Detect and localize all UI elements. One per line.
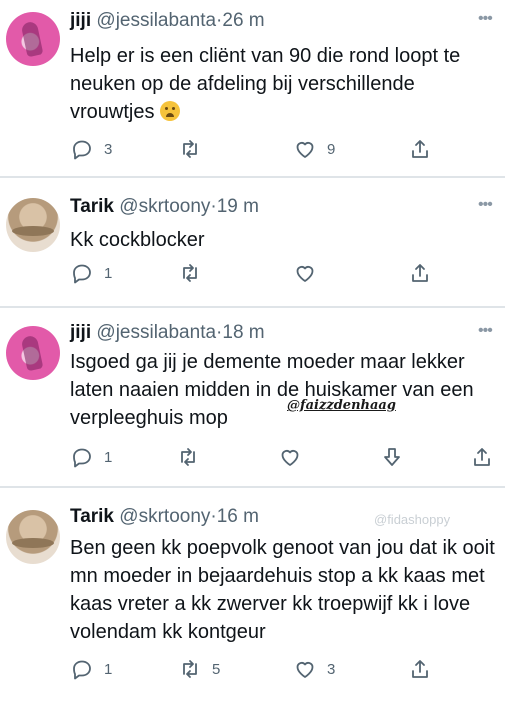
retweet-count: 5	[212, 660, 221, 678]
author-handle[interactable]: @jessilabanta	[96, 10, 216, 31]
more-options-icon[interactable]: •••	[478, 196, 493, 214]
author-name[interactable]: jiji	[70, 322, 91, 343]
tweet-header: Tarik @skrtoony·16 m	[70, 506, 259, 528]
tweet-text: Ben geen kk poepvolk genoot van jou dat …	[70, 534, 500, 646]
retweet-icon	[183, 140, 197, 158]
avatar[interactable]	[6, 198, 60, 252]
tweet-actions: 3 9	[0, 136, 505, 162]
timestamp[interactable]: 26 m	[222, 10, 264, 31]
retweet-button[interactable]	[178, 136, 212, 162]
tweet-1[interactable]: jiji @jessilabanta·26 m ••• Help er is e…	[0, 0, 505, 170]
downvote-icon	[384, 448, 400, 466]
more-options-icon[interactable]: •••	[478, 10, 493, 28]
reply-button[interactable]: 1	[70, 656, 112, 682]
tweet-header: jiji @jessilabanta·26 m	[70, 10, 265, 32]
heart-icon	[296, 142, 314, 158]
like-count: 9	[327, 140, 336, 158]
share-icon	[474, 448, 490, 466]
crying-face-icon	[160, 101, 181, 121]
like-button[interactable]: 3	[293, 656, 335, 682]
reply-button[interactable]: 1	[70, 444, 112, 470]
share-button[interactable]	[408, 656, 432, 682]
tweet-text-content: Isgoed ga jij je demente moeder maar lek…	[70, 351, 474, 429]
retweet-icon	[181, 448, 195, 466]
heart-icon	[296, 266, 314, 282]
faint-watermark: @fidashoppy	[374, 512, 451, 527]
author-name[interactable]: Tarik	[70, 506, 114, 527]
tweet-text: Kk cockblocker	[70, 226, 500, 254]
tweet-actions: 1	[0, 444, 505, 470]
reply-icon	[73, 660, 91, 680]
reply-icon	[73, 264, 91, 284]
timestamp[interactable]: 16 m	[217, 506, 259, 527]
reply-count: 1	[104, 448, 113, 466]
watermark: @faizzdenhaag	[286, 398, 397, 413]
tweet-header: Tarik @skrtoony·19 m	[70, 196, 259, 218]
reply-count: 1	[104, 264, 113, 282]
share-button[interactable]	[470, 444, 494, 470]
tweet-actions: 1	[0, 260, 505, 286]
reply-button[interactable]: 3	[70, 136, 112, 162]
author-name[interactable]: Tarik	[70, 196, 114, 217]
author-handle[interactable]: @jessilabanta	[96, 322, 216, 343]
avatar[interactable]	[6, 12, 60, 66]
timestamp[interactable]: 18 m	[222, 322, 264, 343]
reply-icon	[73, 140, 91, 160]
tweet-text-content: Ben geen kk poepvolk genoot van jou dat …	[70, 537, 495, 643]
downvote-button[interactable]	[380, 444, 404, 470]
retweet-button[interactable]	[176, 444, 210, 470]
more-options-icon[interactable]: •••	[478, 322, 493, 340]
heart-icon	[296, 662, 314, 678]
like-button[interactable]	[293, 260, 327, 286]
reply-count: 1	[104, 660, 113, 678]
author-handle[interactable]: @skrtoony	[119, 196, 210, 217]
share-icon	[412, 140, 428, 158]
like-button[interactable]: 9	[293, 136, 335, 162]
reply-count: 3	[104, 140, 113, 158]
like-count: 3	[327, 660, 336, 678]
tweet-text: Help er is een cliënt van 90 die rond lo…	[70, 42, 500, 126]
tweet-text-content: Help er is een cliënt van 90 die rond lo…	[70, 45, 461, 123]
tweet-4[interactable]: Tarik @skrtoony·16 m @fidashoppy Ben gee…	[0, 488, 505, 712]
avatar[interactable]	[6, 510, 60, 564]
tweet-header: jiji @jessilabanta·18 m	[70, 322, 265, 344]
share-icon	[412, 264, 428, 282]
retweet-icon	[183, 660, 197, 678]
reply-button[interactable]: 1	[70, 260, 112, 286]
tweet-actions: 1 5 3	[0, 656, 505, 682]
share-button[interactable]	[408, 260, 432, 286]
timestamp[interactable]: 19 m	[217, 196, 259, 217]
like-button[interactable]	[278, 444, 312, 470]
share-button[interactable]	[408, 136, 432, 162]
retweet-button[interactable]	[178, 260, 212, 286]
author-name[interactable]: jiji	[70, 10, 91, 31]
retweet-button[interactable]: 5	[178, 656, 220, 682]
avatar[interactable]	[6, 326, 60, 380]
author-handle[interactable]: @skrtoony	[119, 506, 210, 527]
tweet-text: Isgoed ga jij je demente moeder maar lek…	[70, 348, 500, 432]
tweet-text-content: Kk cockblocker	[70, 229, 205, 251]
reply-icon	[73, 448, 91, 468]
retweet-icon	[183, 264, 197, 282]
share-icon	[412, 660, 428, 678]
heart-icon	[281, 450, 299, 466]
tweet-3[interactable]: jiji @jessilabanta·18 m ••• Isgoed ga ji…	[0, 308, 505, 480]
tweet-2[interactable]: Tarik @skrtoony·19 m ••• Kk cockblocker …	[0, 178, 505, 306]
